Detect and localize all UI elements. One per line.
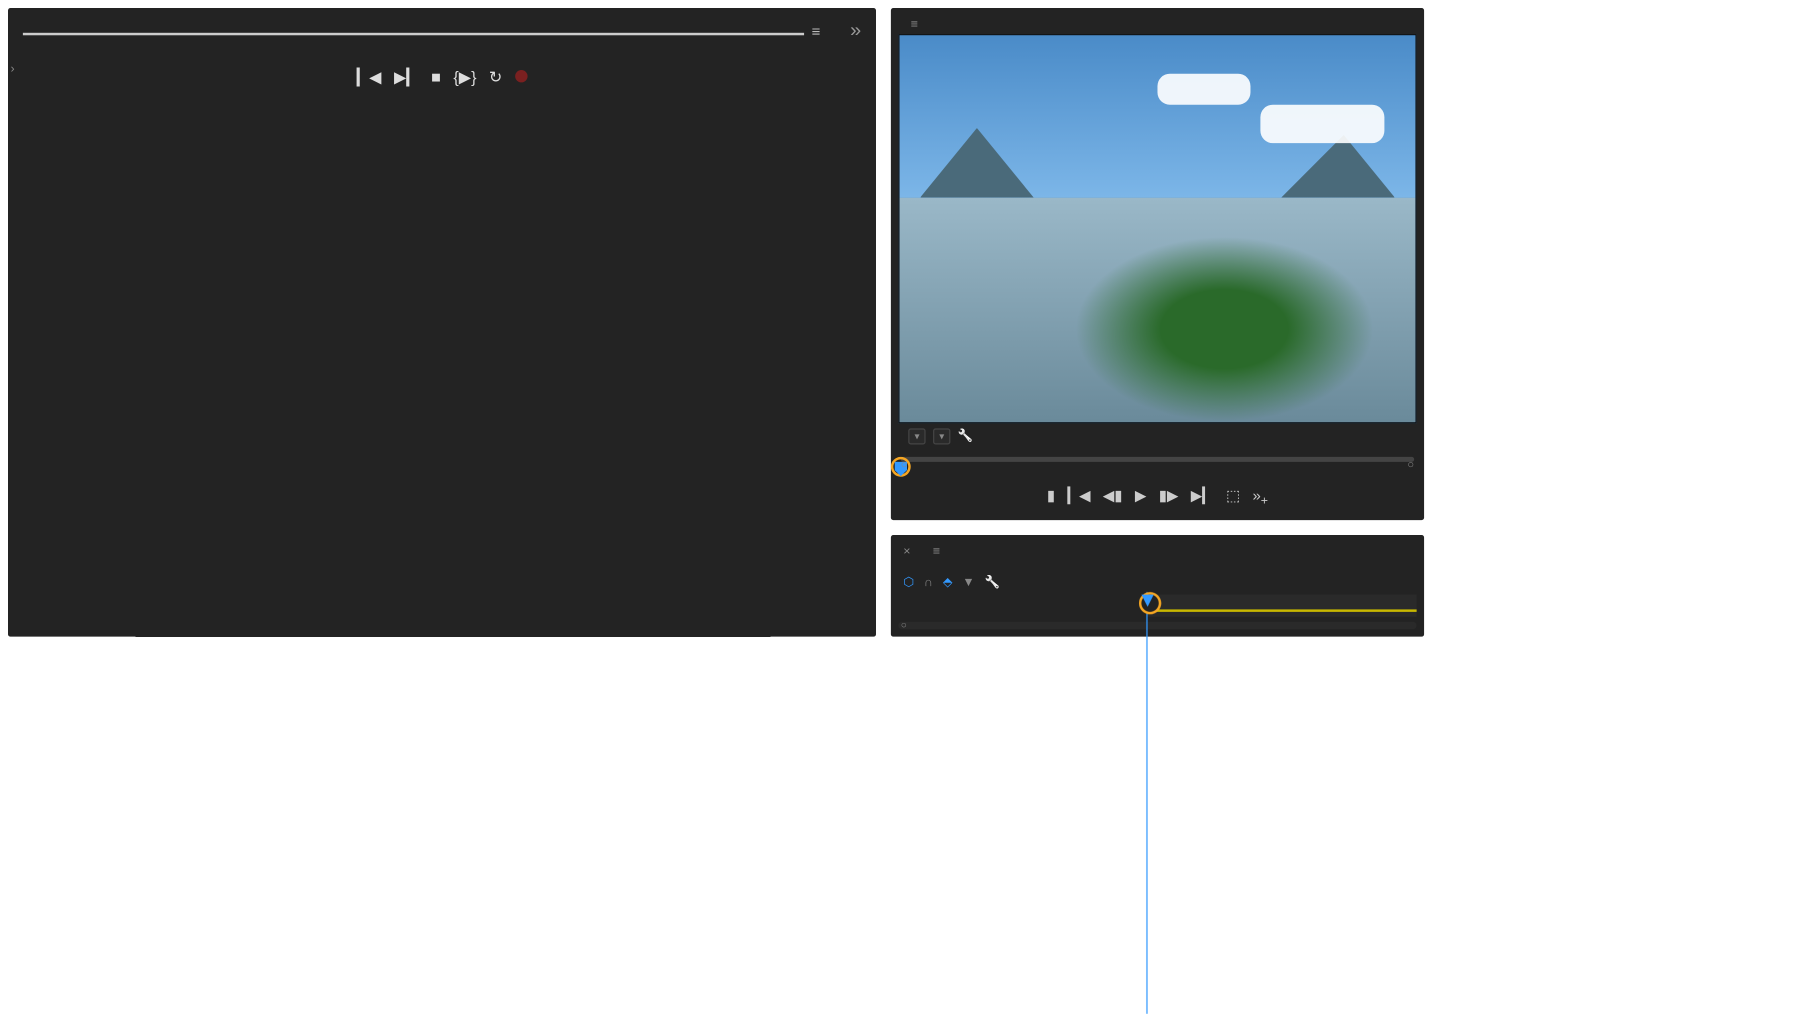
scrub-end-icon: ○ — [1407, 458, 1414, 470]
wrench-icon[interactable] — [958, 429, 973, 443]
snap-icon[interactable]: ∩ — [924, 576, 933, 590]
record-icon[interactable] — [515, 68, 527, 88]
zoom-dropdown[interactable] — [908, 428, 925, 444]
hamburger-icon[interactable]: ≡ — [812, 23, 821, 40]
linked-selection-icon[interactable]: ⬘ — [943, 576, 953, 590]
expand-chevron-icon[interactable]: › — [10, 63, 14, 77]
scrub-start-icon: ○ — [901, 458, 908, 470]
quality-dropdown[interactable] — [933, 428, 950, 444]
program-scrubber[interactable]: ○ ○ — [901, 456, 1414, 476]
scroll-start-icon: ○ — [898, 620, 909, 631]
timeline-ruler[interactable] — [1146, 594, 1416, 616]
more-icon[interactable]: »+ — [1253, 486, 1269, 508]
horizontal-scrollbar[interactable]: ○ — [898, 622, 1416, 629]
program-video-viewport[interactable] — [898, 34, 1416, 423]
playhead[interactable] — [1146, 592, 1147, 1014]
lift-icon[interactable]: ⬚ — [1226, 486, 1240, 508]
add-marker-icon[interactable]: ▮ — [1047, 486, 1055, 508]
go-to-in-icon[interactable]: ▎◀ — [1068, 486, 1091, 508]
wrench-icon[interactable] — [985, 576, 1000, 590]
loop-icon[interactable]: ↻ — [489, 68, 503, 88]
audio-track-mixer-panel: ≡ » › ▎◀ ▶▎ ■ {▶} ↻ — [8, 8, 876, 637]
play-in-to-out-icon[interactable]: {▶} — [453, 68, 476, 88]
hamburger-icon[interactable]: ≡ — [933, 545, 940, 559]
step-back-icon[interactable]: ◀▮ — [1103, 486, 1123, 508]
step-forward-icon[interactable]: ▮▶ — [1159, 486, 1179, 508]
program-monitor-panel: ≡ ○ ○ ▮ — [891, 8, 1424, 520]
nest-sequence-icon[interactable]: ⬡ — [903, 576, 914, 590]
go-to-out-icon[interactable]: ▶▎ — [1191, 486, 1214, 508]
hamburger-icon[interactable]: ≡ — [911, 18, 918, 32]
stop-icon[interactable]: ■ — [431, 68, 441, 88]
timeline-panel: ≡ ⬡ ∩ ⬘ ▼ ○ — [891, 535, 1424, 637]
mixer-panel-title[interactable] — [23, 28, 804, 34]
play-icon[interactable]: ▶ — [1135, 486, 1146, 508]
timeline-timecode[interactable] — [898, 561, 1416, 571]
marker-icon[interactable]: ▼ — [962, 576, 974, 590]
chevron-double-right-icon[interactable]: » — [850, 20, 861, 42]
go-to-in-icon[interactable]: ▎◀ — [357, 68, 382, 88]
go-to-out-icon[interactable]: ▶▎ — [394, 68, 419, 88]
